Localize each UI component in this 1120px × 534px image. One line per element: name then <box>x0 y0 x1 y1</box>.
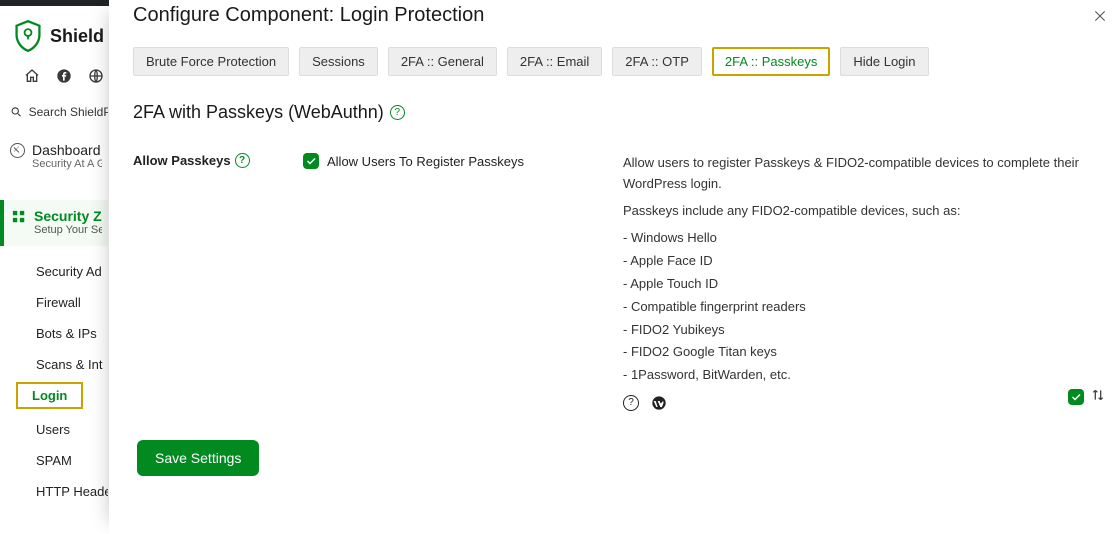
help-li: - Windows Hello <box>623 227 1100 250</box>
nav-sub-list: Security Ad Firewall Bots & IPs Scans & … <box>0 258 108 505</box>
gauge-icon <box>10 143 25 158</box>
help-icon-row: ? <box>623 395 1100 411</box>
nav-dashboard-sub: Security At A Glan <box>32 158 102 170</box>
home-icon[interactable] <box>24 68 40 84</box>
sidebar-item-users[interactable]: Users <box>0 416 108 443</box>
modal-title: Configure Component: Login Protection <box>109 0 1120 47</box>
wordpress-icon[interactable] <box>651 395 667 411</box>
nav-dashboard[interactable]: Dashboard Security At A Glan <box>0 136 108 176</box>
help-li: - Compatible fingerprint readers <box>623 296 1100 319</box>
nav-dashboard-title: Dashboard <box>32 142 102 158</box>
help-li: - 1Password, BitWarden, etc. <box>623 364 1100 387</box>
tab-brute-force[interactable]: Brute Force Protection <box>133 47 289 76</box>
option-control-col: Allow Users To Register Passkeys <box>303 153 623 411</box>
sidebar-item-http-headers[interactable]: HTTP Heade <box>0 478 108 505</box>
sort-icon[interactable] <box>1090 387 1106 406</box>
option-help-col: Allow users to register Passkeys & FIDO2… <box>623 153 1108 411</box>
help-li: - FIDO2 Google Titan keys <box>623 341 1100 364</box>
config-modal: Configure Component: Login Protection Br… <box>109 0 1120 534</box>
nav-zone-sub: Setup Your Securi <box>34 224 102 236</box>
checkbox-label: Allow Users To Register Passkeys <box>327 154 524 169</box>
close-icon <box>1092 8 1108 24</box>
nav-zone-title: Security Zo <box>34 208 102 224</box>
sidebar-item-spam[interactable]: SPAM <box>0 447 108 474</box>
option-grid: Allow Passkeys ? Allow Users To Register… <box>109 123 1120 411</box>
tab-2fa-email[interactable]: 2FA :: Email <box>507 47 602 76</box>
save-button[interactable]: Save Settings <box>137 440 259 476</box>
brand-name: Shield <box>50 26 104 47</box>
globe-icon[interactable] <box>88 68 104 84</box>
help-p2: Passkeys include any FIDO2-compatible de… <box>623 201 1100 222</box>
search-icon <box>10 104 23 120</box>
grid-icon <box>12 210 26 224</box>
tab-2fa-otp[interactable]: 2FA :: OTP <box>612 47 702 76</box>
sidebar-item-login[interactable]: Login <box>16 382 83 409</box>
tab-hide-login[interactable]: Hide Login <box>840 47 928 76</box>
tab-2fa-general[interactable]: 2FA :: General <box>388 47 497 76</box>
sidebar-item-scans[interactable]: Scans & Int <box>0 351 108 378</box>
facebook-icon[interactable] <box>56 68 72 84</box>
option-help-icon[interactable]: ? <box>235 153 250 168</box>
sidebar-item-firewall[interactable]: Firewall <box>0 289 108 316</box>
shield-logo-icon <box>14 20 42 52</box>
quick-links-row <box>0 62 108 98</box>
info-icon[interactable]: ? <box>623 395 639 411</box>
nav-security-zone[interactable]: Security Zo Setup Your Securi <box>0 200 108 246</box>
modal-tabs: Brute Force Protection Sessions 2FA :: G… <box>109 47 1120 94</box>
close-button[interactable] <box>1090 6 1110 26</box>
nav-block: Dashboard Security At A Glan Security Zo… <box>0 136 108 505</box>
bottom-right-controls <box>1068 387 1106 406</box>
search-placeholder: Search ShieldPRO <box>29 105 108 119</box>
help-li: - FIDO2 Yubikeys <box>623 319 1100 342</box>
help-p1: Allow users to register Passkeys & FIDO2… <box>623 153 1100 195</box>
help-icon[interactable]: ? <box>390 105 405 120</box>
app-sidebar: Shield Search ShieldPRO Dashboard Securi… <box>0 6 109 534</box>
help-li: - Apple Face ID <box>623 250 1100 273</box>
save-row: Save Settings <box>109 440 259 476</box>
help-list: - Windows Hello - Apple Face ID - Apple … <box>623 227 1100 387</box>
option-label-col: Allow Passkeys ? <box>133 153 303 411</box>
option-label: Allow Passkeys <box>133 153 231 168</box>
sidebar-search[interactable]: Search ShieldPRO <box>0 98 108 132</box>
brand-row: Shield <box>0 6 108 62</box>
help-li: - Apple Touch ID <box>623 273 1100 296</box>
tab-2fa-passkeys[interactable]: 2FA :: Passkeys <box>712 47 831 76</box>
toggle-enabled-icon[interactable] <box>1068 389 1084 405</box>
tab-sessions[interactable]: Sessions <box>299 47 378 76</box>
section-title-row: 2FA with Passkeys (WebAuthn) ? <box>109 102 1120 123</box>
sidebar-item-bots-ips[interactable]: Bots & IPs <box>0 320 108 347</box>
section-title: 2FA with Passkeys (WebAuthn) <box>133 102 384 123</box>
checkbox-icon <box>303 153 319 169</box>
sidebar-item-security-admin[interactable]: Security Ad <box>0 258 108 285</box>
allow-passkeys-checkbox[interactable]: Allow Users To Register Passkeys <box>303 153 623 169</box>
